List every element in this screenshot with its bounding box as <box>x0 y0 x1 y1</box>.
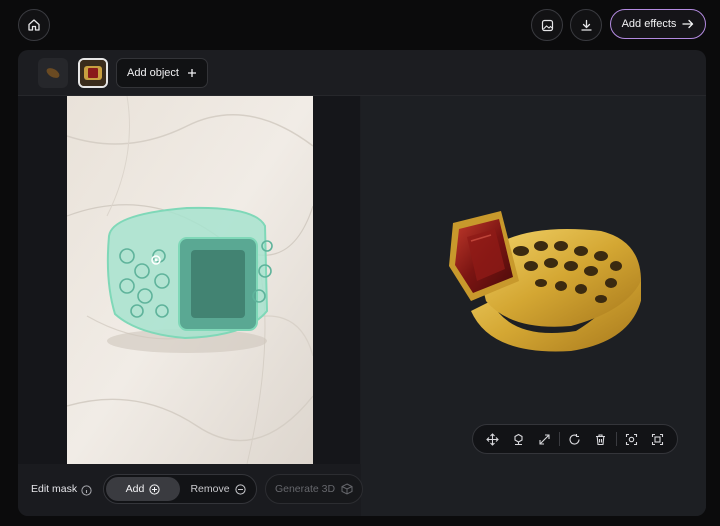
home-icon <box>28 19 40 31</box>
frame-icon <box>652 433 664 445</box>
plus-circle-icon <box>149 483 160 495</box>
toolbar-divider <box>616 432 617 446</box>
generate-3d-button[interactable]: Generate 3D <box>265 474 363 504</box>
add-object-label: Add object <box>127 67 179 79</box>
trash-icon <box>596 433 606 445</box>
expand-button[interactable] <box>531 426 557 452</box>
mask-mode-toggle: Add Remove <box>103 474 257 504</box>
toolbar-divider <box>559 432 560 446</box>
frame-button[interactable] <box>645 426 671 452</box>
mask-add-button[interactable]: Add <box>106 477 180 501</box>
download-button[interactable] <box>570 9 602 41</box>
delete-button[interactable] <box>588 426 614 452</box>
plus-icon <box>187 69 196 77</box>
mask-canvas[interactable] <box>18 96 360 464</box>
pivot-button[interactable] <box>505 426 531 452</box>
view-toolbar <box>472 424 678 454</box>
minus-circle-icon <box>234 483 246 495</box>
generate-3d-label: Generate 3D <box>274 483 336 495</box>
add-effects-label: Add effects <box>621 18 677 30</box>
rotate-reset-icon <box>569 433 581 445</box>
pivot-icon <box>513 433 523 445</box>
expand-icon <box>538 433 550 445</box>
mask-toolbar: Edit mask Add Remove Generate 3D <box>18 464 363 516</box>
mask-remove-button[interactable]: Remove <box>182 477 254 501</box>
focus-icon <box>626 433 638 445</box>
top-bar: Add effects <box>0 0 720 50</box>
info-icon[interactable] <box>81 483 92 501</box>
download-icon <box>580 19 592 31</box>
cube-icon <box>341 483 353 495</box>
arrow-right-icon <box>682 19 694 29</box>
object-thumbnail-ring[interactable] <box>78 58 108 88</box>
image-icon <box>541 19 553 31</box>
image-button[interactable] <box>531 9 563 41</box>
ring-3d-model[interactable] <box>401 191 643 366</box>
home-button[interactable] <box>18 9 50 41</box>
edit-mask-label: Edit mask <box>31 483 78 495</box>
object-bar: Add object <box>18 50 706 96</box>
add-object-button[interactable]: Add object <box>116 58 208 88</box>
move-button[interactable] <box>479 426 505 452</box>
source-photo[interactable] <box>67 96 313 464</box>
reset-rotation-button[interactable] <box>562 426 588 452</box>
add-effects-button[interactable]: Add effects <box>610 9 706 39</box>
focus-button[interactable] <box>619 426 645 452</box>
mask-remove-label: Remove <box>190 483 230 495</box>
move-icon <box>485 432 499 446</box>
object-thumbnail-background[interactable] <box>38 58 68 88</box>
mask-add-label: Add <box>125 483 145 495</box>
